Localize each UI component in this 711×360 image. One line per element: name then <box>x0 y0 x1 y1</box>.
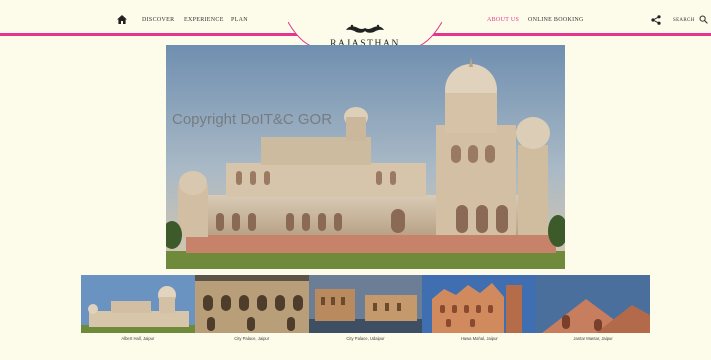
thumbnail-city-palace-jaipur[interactable] <box>194 275 309 333</box>
nav-discover[interactable]: DISCOVER <box>142 17 174 23</box>
gallery-thumbnails <box>81 275 650 333</box>
hero-image-albert-hall <box>166 45 565 269</box>
caption-city-palace-jaipur: City Palace, Jaipur <box>234 336 270 341</box>
nav-online-booking[interactable]: ONLINE BOOKING <box>528 17 584 23</box>
search-label[interactable]: SEARCH <box>673 18 695 23</box>
home-icon[interactable] <box>117 15 127 24</box>
nav-experience[interactable]: EXPERIENCE <box>184 17 224 23</box>
nav-about-us[interactable]: ABOUT US <box>487 17 519 23</box>
thumbnail-jantar-mantar[interactable] <box>536 275 650 333</box>
caption-jantar-mantar: Jantar Mantar, Jaipur <box>573 336 613 341</box>
nav-plan[interactable]: PLAN <box>231 17 248 23</box>
search-icon[interactable] <box>699 15 708 24</box>
share-icon[interactable] <box>651 15 661 25</box>
caption-hawa-mahal: Hawa Mahal, Jaipur <box>460 336 498 341</box>
thumbnail-albert-hall[interactable] <box>81 275 195 333</box>
caption-albert-hall: Albert Hall, Jaipur <box>121 336 155 341</box>
thumbnail-hawa-mahal[interactable] <box>422 275 537 333</box>
caption-city-palace-udaipur: City Palace, Udaipur <box>346 336 385 341</box>
thumbnail-city-palace-udaipur[interactable] <box>308 275 423 333</box>
copyright-watermark: Copyright DoIT&C GOR <box>172 111 333 128</box>
